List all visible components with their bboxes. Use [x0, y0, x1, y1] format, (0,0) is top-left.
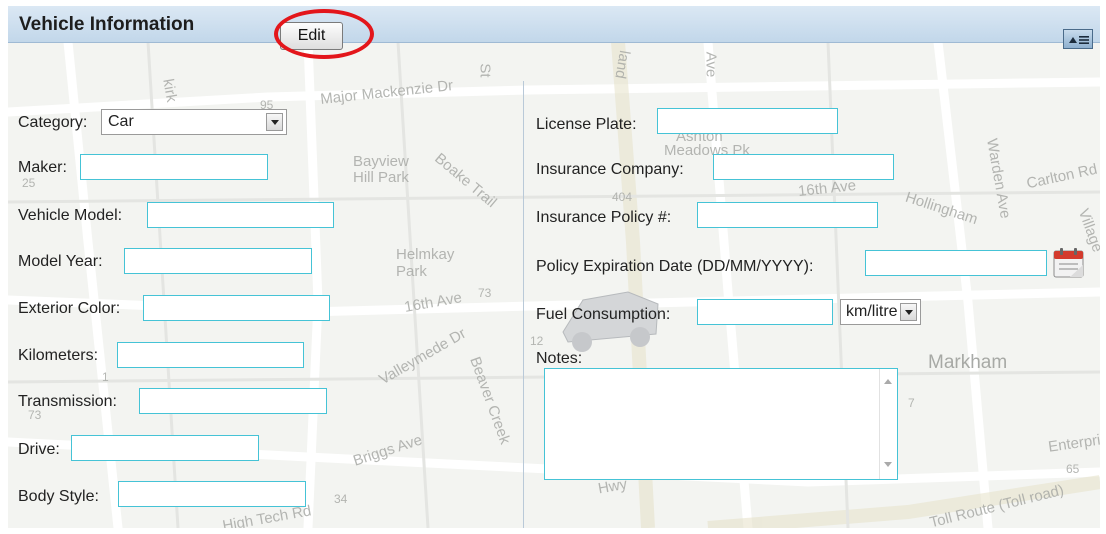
kilometers-label: Kilometers: — [18, 347, 99, 364]
map-label: 7 — [908, 396, 915, 410]
map-label: 65 — [1066, 462, 1080, 476]
scroll-up-icon[interactable] — [884, 379, 892, 384]
category-label: Category: — [18, 114, 88, 131]
maker-label: Maker: — [18, 159, 67, 176]
map-label: 12 — [530, 334, 544, 348]
drive-field[interactable] — [71, 435, 259, 461]
map-label: Helmkay Park — [396, 246, 455, 280]
map-label: 1 — [102, 370, 109, 384]
transmission-label: Transmission: — [18, 393, 117, 410]
model-year-field[interactable] — [124, 248, 312, 274]
map-label: 34 — [334, 492, 348, 506]
map-label: Ave — [702, 51, 720, 78]
fuel-unit-select[interactable]: km/litre — [840, 299, 921, 325]
notes-textarea[interactable] — [544, 368, 898, 480]
fuel-consumption-label: Fuel Consumption: — [536, 306, 671, 323]
collapse-panel-icon — [1069, 36, 1089, 44]
chevron-down-icon[interactable] — [266, 113, 283, 131]
map-label: 404 — [612, 190, 633, 204]
policy-expiration-label: Policy Expiration Date (DD/MM/YYYY): — [536, 258, 814, 275]
collapse-button[interactable] — [1063, 29, 1093, 49]
policy-expiration-field[interactable] — [865, 250, 1047, 276]
map-label: 73 — [478, 286, 492, 300]
insurance-policy-label: Insurance Policy #: — [536, 209, 672, 226]
body-style-label: Body Style: — [18, 488, 99, 505]
fuel-unit-value: km/litre — [846, 303, 898, 320]
drive-label: Drive: — [18, 441, 60, 458]
license-plate-field[interactable] — [657, 108, 838, 134]
calendar-icon — [1053, 248, 1084, 278]
category-value: Car — [108, 113, 134, 130]
kilometers-field[interactable] — [117, 342, 304, 368]
chevron-down-icon[interactable] — [900, 303, 917, 321]
panel-title: Vehicle Information — [19, 14, 195, 35]
map-label: 25 — [22, 176, 36, 190]
fuel-consumption-field[interactable] — [697, 299, 833, 325]
model-year-label: Model Year: — [18, 253, 103, 270]
transmission-field[interactable] — [139, 388, 327, 414]
calendar-button[interactable] — [1052, 247, 1085, 279]
notes-label: Notes: — [536, 350, 583, 367]
map-label: Markham — [928, 352, 1008, 373]
edit-button[interactable]: Edit — [280, 22, 343, 50]
scroll-down-icon[interactable] — [884, 462, 892, 467]
body-style-field[interactable] — [118, 481, 306, 507]
vehicle-model-label: Vehicle Model: — [18, 207, 123, 224]
vehicle-model-field[interactable] — [147, 202, 334, 228]
map-label: St — [476, 63, 494, 78]
panel-header: Vehicle Information — [8, 6, 1100, 43]
insurance-company-field[interactable] — [713, 154, 894, 180]
vehicle-information-panel: kirk Major Mackenzie Dr St land Ave Asht… — [8, 6, 1100, 528]
category-select[interactable]: Car — [101, 109, 287, 135]
insurance-policy-field[interactable] — [697, 202, 878, 228]
license-plate-label: License Plate: — [536, 116, 637, 133]
map-label: Bayview Hill Park — [353, 153, 409, 186]
exterior-color-field[interactable] — [143, 295, 330, 321]
column-divider — [523, 81, 524, 528]
notes-scrollbar[interactable] — [879, 369, 897, 479]
insurance-company-label: Insurance Company: — [536, 161, 684, 178]
maker-field[interactable] — [80, 154, 268, 180]
exterior-color-label: Exterior Color: — [18, 300, 121, 317]
